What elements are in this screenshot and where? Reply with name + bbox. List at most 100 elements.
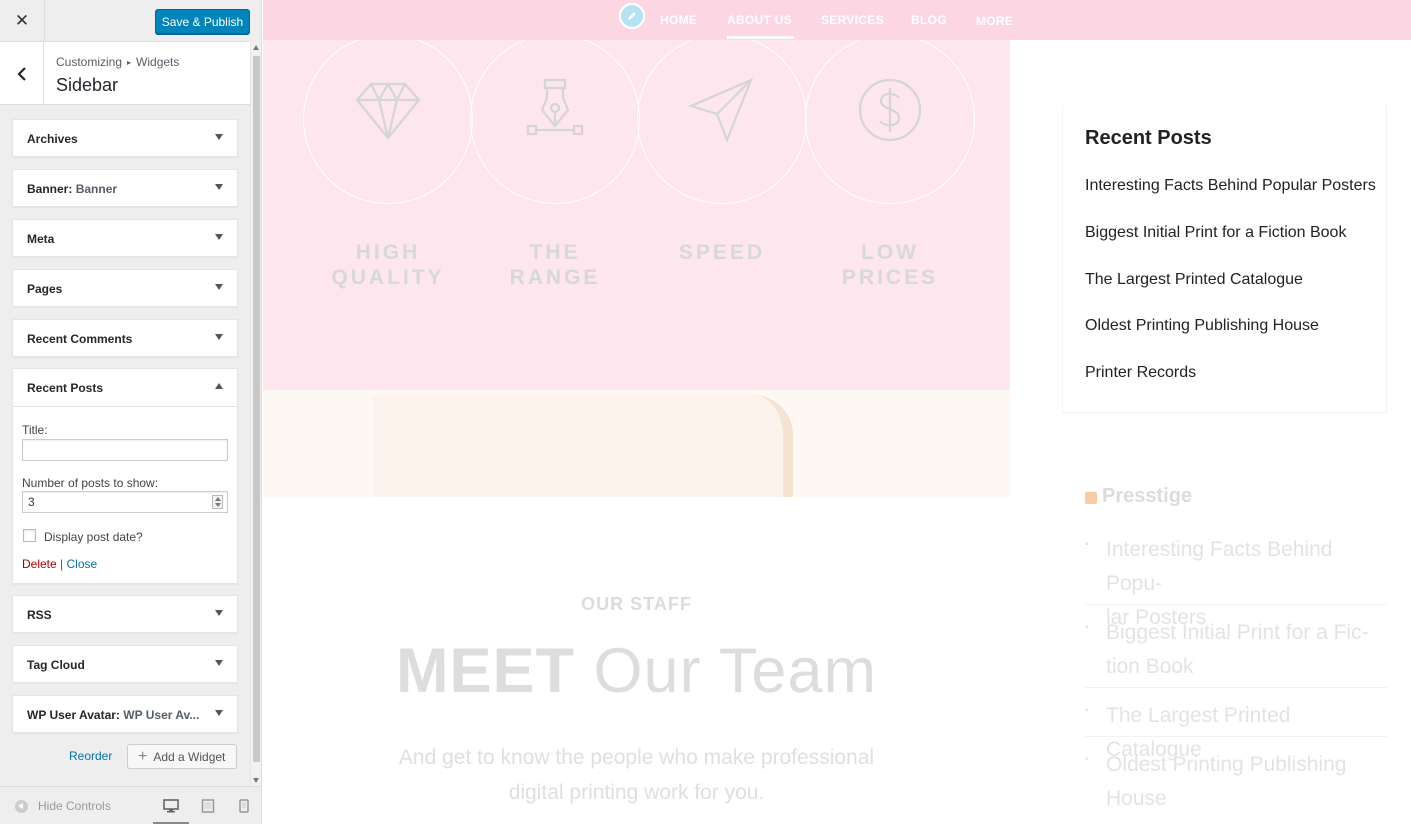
- post-count-value: 3: [28, 495, 35, 509]
- reorder-link[interactable]: Reorder: [69, 749, 112, 763]
- nav-about-us[interactable]: ABOUT US: [727, 13, 792, 27]
- recent-post-link[interactable]: Interesting Facts Behind Popular Posters: [1085, 177, 1376, 195]
- mobile-preview-icon[interactable]: [239, 799, 249, 813]
- add-widget-label: Add a Widget: [153, 749, 226, 764]
- widget-title: WP User Avatar: WP User Av...: [27, 708, 200, 722]
- close-link[interactable]: Close: [67, 557, 98, 571]
- number-spinner[interactable]: [212, 495, 223, 509]
- staff-kicker: OUR STAFF: [581, 594, 692, 614]
- widget-pages[interactable]: Pages: [12, 269, 238, 307]
- desktop-preview-icon[interactable]: [163, 799, 179, 813]
- chevron-left-icon: [16, 66, 26, 81]
- title-label: Title:: [22, 423, 48, 437]
- feature-high-quality: [303, 34, 473, 204]
- chevron-down-icon: [215, 660, 223, 666]
- feature-low-prices: [805, 34, 975, 204]
- tablet-preview-icon[interactable]: [201, 799, 215, 813]
- nav-more[interactable]: MORE: [976, 14, 1013, 28]
- edit-shortcut-button[interactable]: [619, 3, 645, 29]
- nav-active-indicator: [727, 36, 794, 39]
- scrollbar-thumb[interactable]: [253, 56, 260, 762]
- rss-icon: [1085, 492, 1097, 504]
- widget-title: RSS: [27, 608, 52, 622]
- paper-plane-icon: [687, 77, 754, 144]
- widget-recent-posts-expanded: Recent Posts Title: Number of posts to s…: [12, 368, 238, 584]
- widget-banner[interactable]: Banner: Banner: [12, 169, 238, 207]
- customizer-footer: Hide Controls: [0, 786, 261, 824]
- post-count-input[interactable]: 3: [22, 491, 228, 513]
- widget-title: Tag Cloud: [27, 658, 85, 672]
- bullet-icon: ▪: [1085, 705, 1089, 716]
- widget-recent-posts-header[interactable]: Recent Posts: [13, 369, 237, 407]
- section-title: Sidebar: [56, 75, 119, 95]
- chevron-down-icon: [215, 184, 223, 190]
- display-date-label: Display post date?: [44, 530, 143, 544]
- site-preview: HIGH QUALITY THE RANGE SPEED LOW PRICES HOM…: [263, 0, 1411, 824]
- chevron-down-icon: [215, 134, 223, 140]
- plus-icon: +: [138, 747, 148, 765]
- display-date-checkbox[interactable]: [23, 529, 36, 542]
- chevron-down-icon: [215, 710, 223, 716]
- widget-tag-cloud[interactable]: Tag Cloud: [12, 645, 238, 683]
- feature-label-low-prices: LOW PRICES: [841, 241, 939, 289]
- rss-item[interactable]: ▪ The Largest Printed Catalogue: [1085, 699, 1387, 761]
- recent-post-link[interactable]: Printer Records: [1085, 364, 1196, 382]
- breadcrumb: Customizing ▸ Widgets: [56, 55, 179, 69]
- rss-item[interactable]: ▪ Oldest Printing Publishing House: [1085, 748, 1387, 824]
- breadcrumb-leaf: Widgets: [136, 55, 180, 69]
- add-widget-button[interactable]: + Add a Widget: [127, 744, 237, 769]
- scroll-up-icon[interactable]: [253, 45, 259, 50]
- chevron-down-icon: [215, 284, 223, 290]
- nav-blog[interactable]: BLOG: [911, 13, 947, 27]
- recent-posts-title: Recent Posts: [1085, 127, 1212, 149]
- recent-post-link[interactable]: The Largest Printed Catalogue: [1085, 271, 1303, 289]
- hero-image-shape: [373, 395, 793, 497]
- action-separator: |: [60, 557, 64, 571]
- bullet-icon: ▪: [1085, 539, 1089, 550]
- dollar-icon: [858, 78, 922, 142]
- feature-the-range: [470, 34, 640, 204]
- chevron-down-icon: [215, 334, 223, 340]
- close-customizer-button[interactable]: ✕: [0, 0, 45, 42]
- breadcrumb-root: Customizing: [56, 55, 123, 69]
- customizer-panel: ✕ Save & Publish Customizing ▸ Widgets Sid…: [0, 0, 262, 824]
- scroll-down-icon[interactable]: [253, 778, 259, 783]
- delete-link[interactable]: Delete: [22, 557, 57, 571]
- section-header: Customizing ▸ Widgets Sidebar: [0, 42, 250, 105]
- bullet-icon: ▪: [1085, 622, 1089, 633]
- widget-title: Recent Comments: [27, 332, 133, 346]
- widget-title: Archives: [27, 132, 78, 146]
- save-publish-button[interactable]: Save & Publish: [155, 9, 250, 34]
- diamond-icon: [355, 81, 421, 140]
- widget-title: Recent Posts: [27, 381, 104, 395]
- back-button[interactable]: [0, 42, 44, 105]
- rss-item-text: Biggest Initial Print for a Fic-tion Boo…: [1106, 621, 1369, 678]
- nav-home[interactable]: HOME: [660, 13, 697, 27]
- feature-label-speed: SPEED: [678, 241, 766, 264]
- widget-archives[interactable]: Archives: [12, 119, 238, 157]
- rss-item[interactable]: ▪ Interesting Facts Behind Popu-lar Post…: [1085, 533, 1387, 629]
- hide-controls-label: Hide Controls: [38, 799, 111, 813]
- widget-meta[interactable]: Meta: [12, 219, 238, 257]
- staff-title: MEET Our Team: [396, 636, 877, 706]
- recent-post-link[interactable]: Oldest Printing Publishing House: [1085, 317, 1319, 335]
- nav-services[interactable]: SERVICES: [821, 13, 884, 27]
- rss-title[interactable]: Presstige: [1102, 485, 1192, 508]
- pencil-icon: [621, 5, 643, 27]
- title-input[interactable]: [22, 439, 228, 461]
- widget-rss[interactable]: RSS: [12, 595, 238, 633]
- recent-post-link[interactable]: Biggest Initial Print for a Fiction Book: [1085, 224, 1346, 242]
- collapse-icon: [15, 799, 28, 813]
- feature-label-high-quality: HIGH QUALITY: [331, 241, 445, 289]
- widget-title: Pages: [27, 282, 63, 296]
- customizer-header: ✕ Save & Publish: [0, 0, 250, 42]
- hide-controls-button[interactable]: Hide Controls: [15, 799, 111, 813]
- chevron-down-icon: [215, 234, 223, 240]
- widget-wp-user-avatar[interactable]: WP User Avatar: WP User Av...: [12, 695, 238, 733]
- chevron-down-icon: [215, 610, 223, 616]
- widget-title: Meta: [27, 232, 55, 246]
- widget-recent-comments[interactable]: Recent Comments: [12, 319, 238, 357]
- panel-scrollbar[interactable]: [250, 42, 261, 786]
- rss-item[interactable]: ▪ Biggest Initial Print for a Fic-tion B…: [1085, 616, 1387, 688]
- post-count-label: Number of posts to show:: [22, 476, 159, 490]
